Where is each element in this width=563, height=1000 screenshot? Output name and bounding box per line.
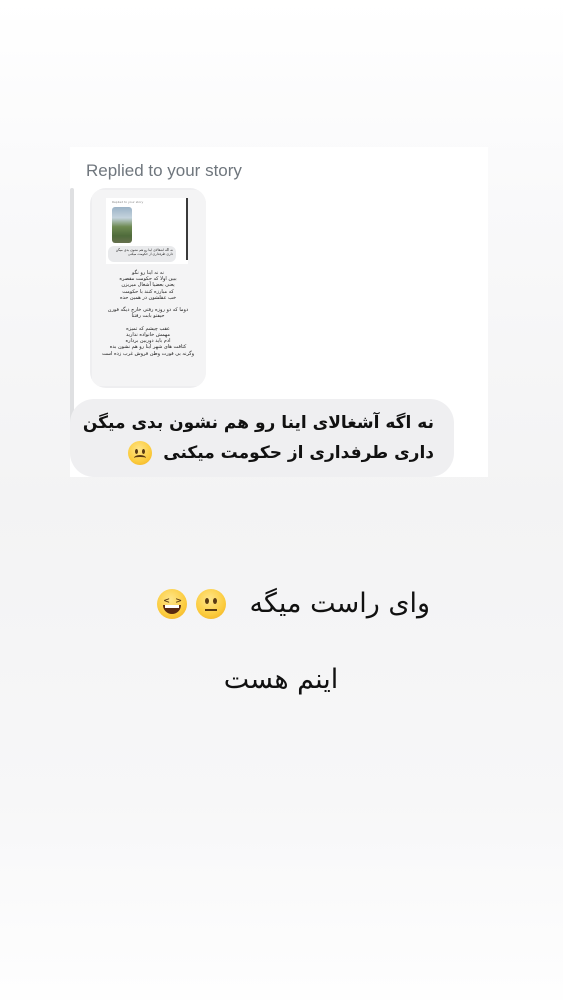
nested-message-bubble: نه اگه اشغالای اینا رو هم نشون بدی میگن …: [108, 246, 176, 262]
caption-line-1-row: وای راست میگه > <: [140, 588, 430, 632]
story-reply-card: Replied to your story Replied to your st…: [70, 147, 488, 477]
neutral-face-icon: [196, 588, 227, 619]
story-preview-thumbnail[interactable]: Replied to your story نه اگه اشغالای این…: [90, 188, 206, 388]
reply-message-line-2-row: داری طرفداری از حکومت میکنی: [86, 441, 434, 467]
reply-message-bubble: نه اگه آشغالای اینا رو هم نشون بدی میگن …: [70, 399, 454, 477]
caption-line-2: اینم هست: [223, 664, 339, 695]
nested-story-photo: [112, 207, 132, 243]
reply-quote-bar: [70, 188, 74, 436]
nested-card-divider: [186, 198, 188, 260]
reply-message-line-2: داری طرفداری از حکومت میکنی: [163, 443, 434, 463]
nested-message-text: نه اگه اشغالای اینا رو هم نشون بدی میگن …: [115, 248, 173, 257]
replied-to-story-label: Replied to your story: [86, 161, 242, 180]
story-screen: { "reply": { "label": "Replied to your s…: [0, 0, 563, 1000]
grinning-squinting-face-icon: > <: [157, 588, 188, 619]
story-preview-text: نه نه اینا رو نگو ببین اولا که حکومت مقص…: [101, 270, 195, 357]
nested-reply-card: Replied to your story نه اگه اشغالای این…: [106, 198, 188, 264]
nested-replied-label: Replied to your story: [112, 200, 144, 204]
story-preview-content: Replied to your story نه اگه اشغالای این…: [92, 190, 206, 386]
frowning-face-icon: [128, 441, 153, 465]
reply-message-line-1: نه اگه آشغالای اینا رو هم نشون بدی میگن: [82, 413, 434, 433]
caption-line-2-row: اینم هست: [140, 664, 422, 704]
caption-line-1: وای راست میگه: [249, 588, 430, 619]
